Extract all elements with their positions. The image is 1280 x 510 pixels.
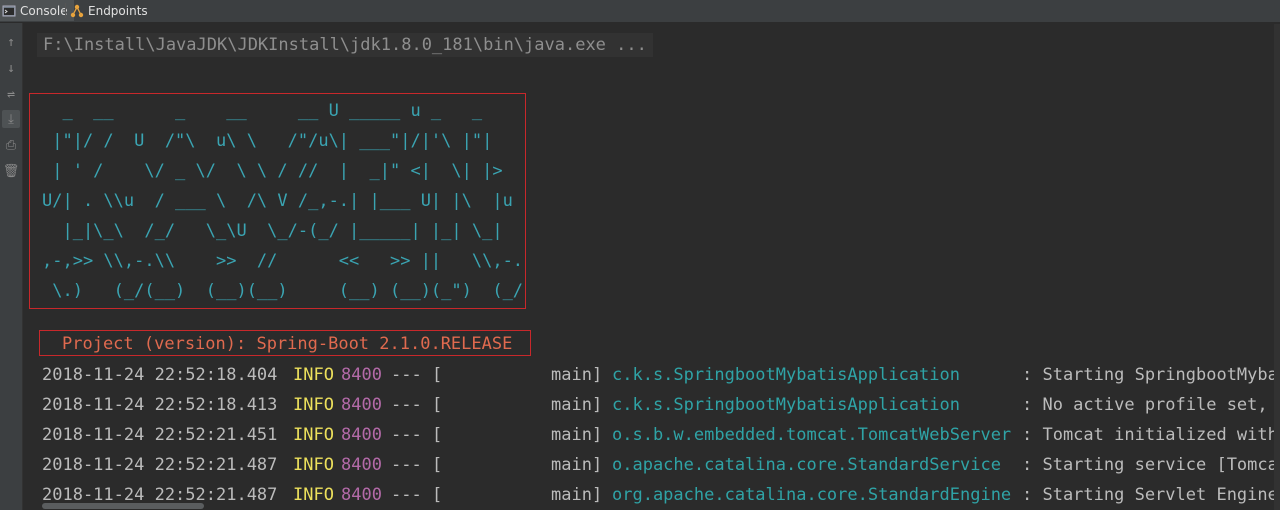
log-row: 2018-11-24 22:52:18.404 INFO 8400 --- [ … (42, 360, 1280, 390)
log-separator: --- [ (391, 425, 443, 445)
log-row: 2018-11-24 22:52:18.413 INFO 8400 --- [ … (42, 390, 1280, 420)
endpoints-icon (70, 4, 84, 18)
console-output[interactable]: F:\Install\JavaJDK\JDKInstall\jdk1.8.0_1… (23, 23, 1280, 510)
print-icon[interactable]: ⎙ (2, 136, 20, 154)
log-separator: --- [ (391, 485, 443, 505)
log-pid: 8400 (341, 365, 382, 385)
log-pid: 8400 (341, 485, 382, 505)
log-row: 2018-11-24 22:52:21.487 INFO 8400 --- [ … (42, 450, 1280, 480)
log-message: : No active profile set, f (1022, 395, 1280, 415)
log-timestamp: 2018-11-24 22:52:18.404 (42, 365, 278, 385)
banner-line: U/| . \\u / ___ \ /\ V /_,-.| |___ U| |\… (42, 191, 513, 211)
log-thread: main] (551, 395, 603, 415)
tab-label: Endpoints (88, 3, 148, 18)
soft-wrap-icon[interactable]: ⇌ (2, 85, 20, 103)
version-line: Project (version): Spring-Boot 2.1.0.REL… (39, 330, 531, 356)
banner-line: |"|/ / U /"\ u\ \ /"/u\| ___"|/|'\ |"| (42, 131, 493, 151)
banner-line: _ __ _ __ __ U _____ u _ _ (42, 101, 483, 121)
log-level: INFO (293, 395, 334, 415)
log-message: : Starting SpringbootMybat (1022, 365, 1280, 385)
trash-icon[interactable]: 🗑 (2, 162, 20, 180)
log-level: INFO (293, 425, 334, 445)
log-thread: main] (551, 485, 603, 505)
console-toolbar: ↑ ↓ ⇌ ⤓ ⎙ 🗑 (0, 23, 23, 510)
log-row: 2018-11-24 22:52:21.487 INFO 8400 --- [ … (42, 480, 1280, 510)
banner-line: \.) (_/(__) (__)(__) (__) (__)(_") (_/ (42, 281, 524, 301)
log-logger[interactable]: o.apache.catalina.core.StandardService (612, 450, 1001, 480)
banner-line: |_|\_\ /_/ \_\U \_/-(_/ |_____| |_| \_| (42, 221, 503, 241)
log-logger[interactable]: c.k.s.SpringbootMybatisApplication (612, 390, 960, 420)
log-pid: 8400 (341, 395, 382, 415)
tab-label: Console (20, 3, 68, 18)
log-timestamp: 2018-11-24 22:52:18.413 (42, 395, 278, 415)
tab-console[interactable]: Console (0, 0, 74, 21)
log-separator: --- [ (391, 365, 443, 385)
log-thread: main] (551, 425, 603, 445)
log-timestamp: 2018-11-24 22:52:21.487 (42, 455, 278, 475)
command-line: F:\Install\JavaJDK\JDKInstall\jdk1.8.0_1… (37, 33, 653, 57)
log-message: : Starting service [Tomcat (1022, 455, 1280, 475)
log-message: : Starting Servlet Engine: (1022, 485, 1280, 505)
log-thread: main] (551, 365, 603, 385)
log-logger[interactable]: c.k.s.SpringbootMybatisApplication (612, 360, 960, 390)
log-pid: 8400 (341, 455, 382, 475)
horizontal-scrollbar[interactable] (42, 503, 204, 509)
log-pid: 8400 (341, 425, 382, 445)
tool-window-tabbar: Console Endpoints (0, 0, 1280, 23)
log-logger[interactable]: o.s.b.w.embedded.tomcat.TomcatWebServer (612, 420, 1011, 450)
log-separator: --- [ (391, 395, 443, 415)
log-separator: --- [ (391, 455, 443, 475)
log-row: 2018-11-24 22:52:21.451 INFO 8400 --- [ … (42, 420, 1280, 450)
tab-endpoints[interactable]: Endpoints (68, 0, 154, 21)
tab-divider (65, 3, 66, 18)
console-icon (2, 4, 16, 18)
arrow-up-icon[interactable]: ↑ (2, 33, 20, 51)
banner-line: ,-,>> \\,-.\\ >> // << >> || \\,-. (42, 251, 524, 271)
log-logger[interactable]: org.apache.catalina.core.StandardEngine (612, 480, 1011, 510)
log-thread: main] (551, 455, 603, 475)
vertical-scrollbar[interactable] (1274, 24, 1280, 510)
log-level: INFO (293, 455, 334, 475)
log-level: INFO (293, 365, 334, 385)
scroll-to-end-icon[interactable]: ⤓ (2, 110, 20, 128)
log-timestamp: 2018-11-24 22:52:21.451 (42, 425, 278, 445)
banner-line: | ' / \/ _ \/ \ \ / // | _|" <| \| |> (42, 161, 503, 181)
arrow-down-icon[interactable]: ↓ (2, 59, 20, 77)
log-level: INFO (293, 485, 334, 505)
ascii-banner: _ __ _ __ __ U _____ u _ _ |"|/ / U /"\ … (29, 93, 526, 309)
log-message: : Tomcat initialized with (1022, 425, 1278, 445)
